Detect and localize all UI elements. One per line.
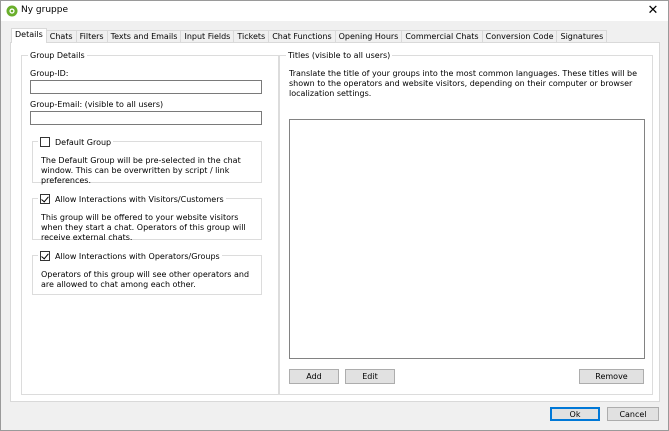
group-id-input[interactable]: [30, 80, 262, 94]
ok-button[interactable]: Ok: [550, 407, 600, 421]
titles-description: Translate the title of your groups into …: [289, 69, 638, 98]
tab-details[interactable]: Details: [11, 28, 47, 43]
group-details-title: Group Details: [28, 50, 87, 61]
title-bar: Ny gruppe ✕: [1, 1, 668, 21]
operators-interaction-checkbox[interactable]: [40, 251, 50, 261]
visitors-interaction-option: Allow Interactions with Visitors/Custome…: [32, 193, 262, 242]
group-email-input[interactable]: [30, 111, 262, 125]
default-group-checkbox[interactable]: [40, 137, 50, 147]
operators-interaction-label: Allow Interactions with Operators/Groups: [55, 251, 220, 261]
add-button[interactable]: Add: [289, 369, 339, 384]
group-id-label: Group-ID:: [30, 69, 69, 78]
visitors-interaction-label: Allow Interactions with Visitors/Custome…: [55, 194, 224, 204]
default-group-description: The Default Group will be pre-selected i…: [41, 156, 241, 185]
operators-interaction-description: Operators of this group will see other o…: [41, 270, 250, 289]
default-group-option: Default Group The Default Group will be …: [32, 136, 262, 185]
details-tab-panel: Group Details Group-ID: Group-Email: (vi…: [10, 42, 660, 402]
dialog-window: Ny gruppe ✕ Details Chats Filters Texts …: [0, 0, 669, 431]
close-button[interactable]: ✕: [644, 3, 662, 19]
titles-groupbox: Titles (visible to all users) Translate …: [279, 50, 653, 395]
visitors-interaction-checkbox[interactable]: [40, 194, 50, 204]
operators-interaction-option: Allow Interactions with Operators/Groups…: [32, 250, 262, 295]
edit-button[interactable]: Edit: [345, 369, 395, 384]
group-email-label: Group-Email: (visible to all users): [30, 100, 164, 109]
cancel-button[interactable]: Cancel: [607, 407, 659, 421]
titles-title: Titles (visible to all users): [286, 50, 393, 61]
default-group-label: Default Group: [55, 137, 112, 147]
titles-list[interactable]: [289, 119, 645, 359]
remove-button[interactable]: Remove: [579, 369, 644, 384]
window-title: Ny gruppe: [21, 5, 68, 15]
app-logo-icon: [6, 5, 18, 17]
tab-strip: Details Chats Filters Texts and Emails I…: [11, 28, 608, 43]
visitors-interaction-description: This group will be offered to your websi…: [41, 213, 246, 242]
group-details-groupbox: Group Details Group-ID: Group-Email: (vi…: [21, 50, 279, 395]
